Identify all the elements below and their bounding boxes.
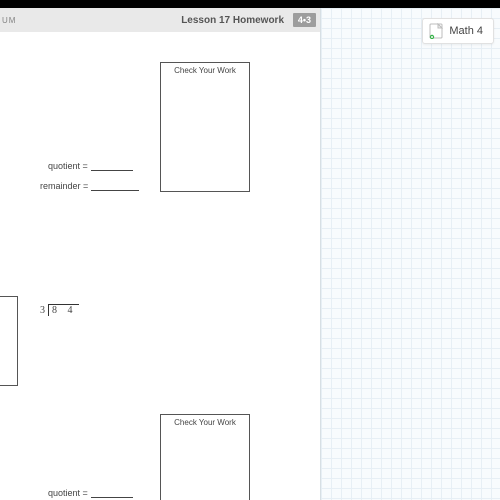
quotient-blank[interactable]	[91, 489, 133, 498]
document-icon	[429, 23, 443, 39]
main-split: UM Lesson 17 Homework 4•3 Check Your Wor…	[0, 8, 500, 500]
remainder-blank[interactable]	[91, 182, 139, 191]
check-work-box-2: Check Your Work	[160, 414, 250, 500]
page-title: Lesson 17 Homework	[181, 15, 284, 26]
quotient-label: quotient =	[48, 161, 88, 171]
check-work-label: Check Your Work	[161, 66, 249, 75]
partial-work-box	[0, 296, 18, 386]
notes-pane[interactable]: Math 4	[320, 8, 500, 500]
remainder-line-1: remainder =	[40, 181, 139, 191]
grid-background	[321, 8, 500, 500]
dividend: 8 4	[48, 304, 79, 316]
worksheet-body: Check Your Work quotient = remainder = 3…	[0, 32, 320, 500]
note-document-label: Math 4	[449, 25, 483, 37]
remainder-label: remainder =	[40, 181, 88, 191]
quotient-line-1: quotient =	[48, 161, 133, 171]
divisor: 3	[40, 305, 45, 316]
module-badge: 4•3	[293, 13, 316, 27]
check-work-box-1: Check Your Work	[160, 62, 250, 192]
quotient-line-2: quotient =	[48, 488, 133, 498]
document-pane[interactable]: UM Lesson 17 Homework 4•3 Check Your Wor…	[0, 8, 320, 500]
note-document-chip[interactable]: Math 4	[422, 18, 494, 44]
curriculum-tag: UM	[2, 16, 16, 25]
check-work-label: Check Your Work	[161, 418, 249, 427]
quotient-blank[interactable]	[91, 162, 133, 171]
window-top-bar	[0, 0, 500, 8]
long-division-problem: 38 4	[40, 304, 79, 316]
worksheet-header: UM Lesson 17 Homework 4•3	[0, 8, 320, 32]
quotient-label: quotient =	[48, 488, 88, 498]
